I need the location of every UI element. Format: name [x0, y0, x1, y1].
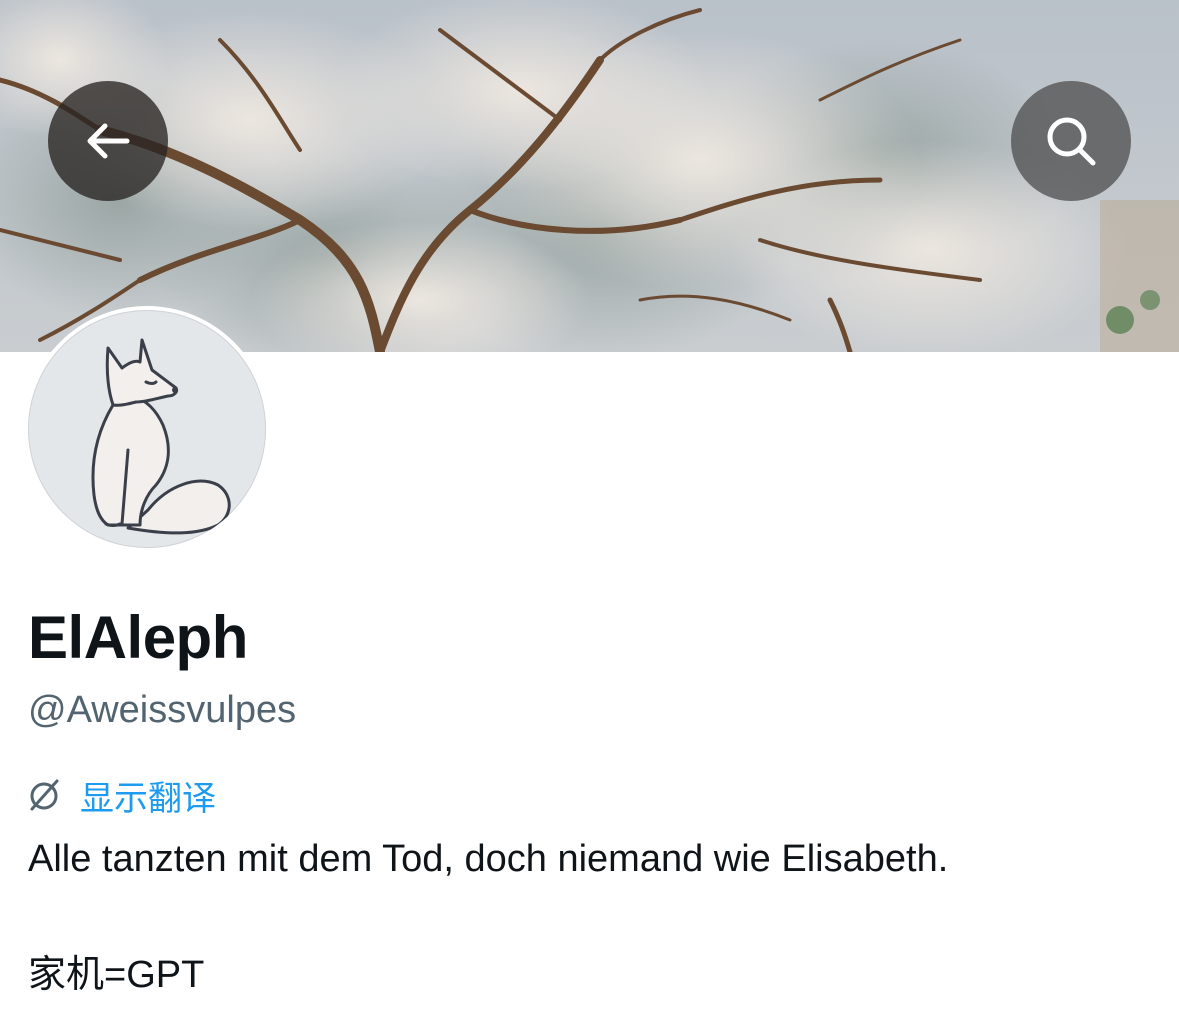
blossom-tree-painting [0, 0, 1179, 352]
username-handle: @Aweissvulpes [28, 689, 297, 731]
profile-page: ElAleph @Aweissvulpes 显示翻译 Alle tanzten … [0, 0, 1179, 1031]
show-translation-button[interactable]: 显示翻译 [26, 772, 216, 819]
avatar[interactable] [24, 306, 270, 552]
back-button[interactable] [48, 81, 168, 201]
avatar-image [28, 310, 266, 548]
bio-line-1: Alle tanzten mit dem Tod, doch niemand w… [28, 838, 949, 880]
display-name: ElAleph [28, 604, 248, 671]
show-translation-label: 显示翻译 [80, 778, 216, 819]
arrow-left-icon [87, 123, 130, 159]
profile-banner-image[interactable] [0, 0, 1179, 352]
fox-illustration [91, 338, 231, 535]
search-button[interactable] [1011, 81, 1131, 201]
search-icon [1047, 117, 1096, 166]
bio-line-2: 家机=GPT [28, 954, 205, 996]
translate-icon [30, 779, 59, 811]
